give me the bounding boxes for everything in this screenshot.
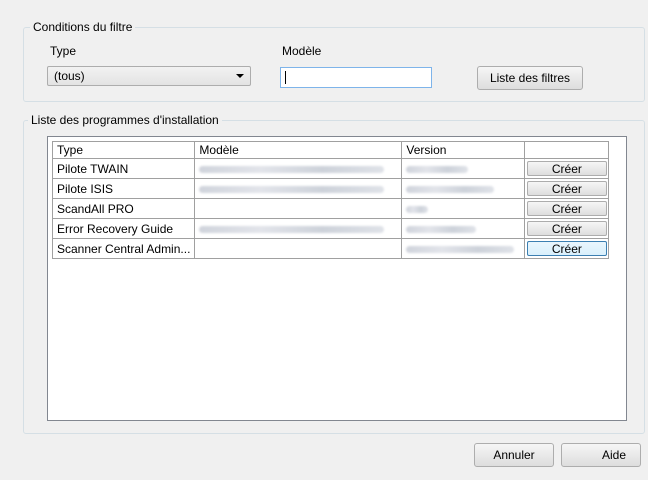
create-button[interactable]: Créer: [526, 221, 607, 236]
type-select-value: (tous): [54, 69, 85, 83]
row-model-redacted: [194, 158, 403, 179]
column-header-type[interactable]: Type: [51, 141, 196, 159]
text-caret: [285, 71, 286, 84]
installers-title: Liste des programmes d'installation: [28, 113, 222, 127]
create-button[interactable]: Créer: [526, 161, 607, 176]
row-type: Scanner Central Admin...: [51, 238, 196, 259]
filter-conditions-title: Conditions du filtre: [30, 20, 136, 34]
row-model: [194, 238, 403, 259]
filter-list-button[interactable]: Liste des filtres: [477, 66, 583, 90]
row-version-redacted: [401, 218, 526, 239]
row-model-redacted: [194, 178, 403, 199]
cancel-button[interactable]: Annuler: [474, 443, 554, 467]
row-type: Pilote TWAIN: [51, 158, 196, 179]
type-label: Type: [50, 44, 77, 58]
row-version-redacted: [401, 198, 526, 219]
table-row[interactable]: Error Recovery Guide Créer: [51, 218, 610, 239]
row-model: [194, 198, 403, 219]
create-button[interactable]: Créer: [526, 181, 607, 196]
row-version-redacted: [401, 178, 526, 199]
table-header-row: Type Modèle Version: [51, 141, 610, 159]
table-row[interactable]: Pilote ISIS Créer: [51, 178, 610, 199]
table-row[interactable]: ScandAll PRO Créer: [51, 198, 610, 219]
row-type: Error Recovery Guide: [51, 218, 196, 239]
help-button[interactable]: Aide: [561, 443, 641, 467]
row-model-redacted: [194, 218, 403, 239]
column-header-version[interactable]: Version: [401, 141, 526, 159]
filter-conditions-group: Conditions du filtre: [23, 20, 645, 102]
installers-list[interactable]: Type Modèle Version Pilote TWAIN Créer P…: [47, 136, 627, 421]
column-header-model[interactable]: Modèle: [194, 141, 403, 159]
chevron-down-icon: [236, 74, 244, 78]
type-select[interactable]: (tous): [47, 66, 251, 86]
row-version-redacted: [401, 238, 526, 259]
table-row[interactable]: Pilote TWAIN Créer: [51, 158, 610, 179]
table-row[interactable]: Scanner Central Admin... Créer: [51, 238, 610, 259]
row-version-redacted: [401, 158, 526, 179]
installers-table: Type Modèle Version Pilote TWAIN Créer P…: [51, 141, 610, 259]
row-type: Pilote ISIS: [51, 178, 196, 199]
row-type: ScandAll PRO: [51, 198, 196, 219]
create-button[interactable]: Créer: [526, 201, 607, 216]
model-label: Modèle: [282, 44, 322, 58]
model-input[interactable]: [280, 67, 432, 88]
create-button[interactable]: Créer: [526, 241, 607, 256]
column-header-action: [524, 141, 610, 159]
